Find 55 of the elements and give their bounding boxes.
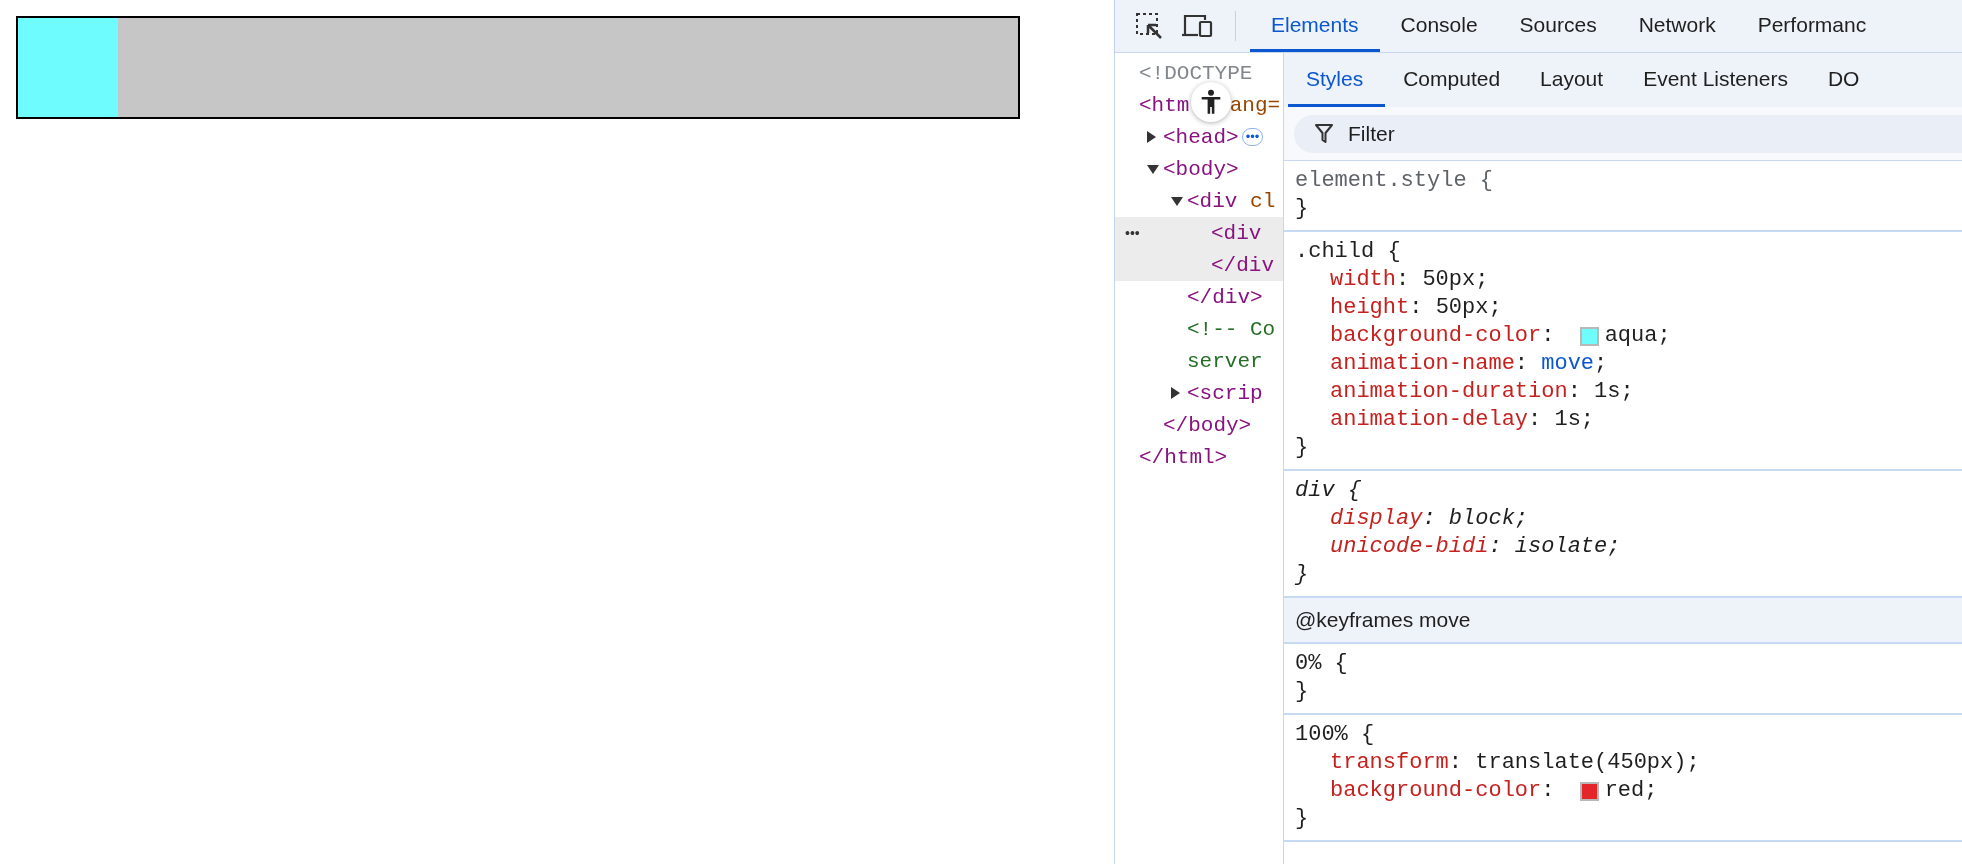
declaration: animation-name: move; xyxy=(1329,350,1609,378)
closing-brace: } xyxy=(1295,434,1310,462)
expand-arrow-icon[interactable] xyxy=(1147,164,1159,174)
expand-arrow-icon[interactable] xyxy=(1171,196,1183,206)
panel-tab[interactable]: Sources xyxy=(1498,0,1618,52)
selector-text: 0% { xyxy=(1295,650,1349,678)
closing-tag[interactable]: </div> xyxy=(1187,285,1263,309)
declaration: width: 50px; xyxy=(1329,266,1490,294)
pane-tab[interactable]: Event Listeners xyxy=(1625,53,1810,107)
selector-text: div { xyxy=(1295,477,1362,505)
declaration: display: block; xyxy=(1329,505,1530,533)
dom-node[interactable]: <div xyxy=(1211,221,1262,245)
comment-text[interactable]: <!-- Co xyxy=(1187,317,1276,341)
selector-text: element.style { xyxy=(1295,167,1495,195)
dom-node[interactable]: <div cl xyxy=(1187,189,1276,213)
dom-node[interactable]: <body> xyxy=(1163,157,1239,181)
color-swatch[interactable] xyxy=(1579,781,1599,801)
panel-tab[interactable]: Performanc xyxy=(1736,0,1888,52)
declaration: height: 50px; xyxy=(1329,294,1503,322)
selector-text: .child { xyxy=(1295,238,1402,266)
collapse-arrow-icon[interactable] xyxy=(1147,131,1156,143)
closing-brace: } xyxy=(1295,678,1310,706)
pane-tab[interactable]: Layout xyxy=(1522,53,1626,107)
closing-brace: } xyxy=(1295,195,1310,223)
pane-tab[interactable]: Computed xyxy=(1385,53,1523,107)
filter-icon xyxy=(1314,122,1334,145)
dom-node[interactable]: <scrip xyxy=(1187,381,1263,405)
declaration: animation-delay: 1s; xyxy=(1329,406,1596,434)
dom-node[interactable]: <htm ang= xyxy=(1139,93,1281,117)
panel-tab[interactable]: Console xyxy=(1379,0,1499,52)
color-swatch[interactable] xyxy=(1579,326,1599,346)
panel-tab[interactable]: Network xyxy=(1617,0,1737,52)
dom-node[interactable]: <head> xyxy=(1163,125,1239,149)
dom-node[interactable]: <!DOCTYPE xyxy=(1139,61,1253,85)
closing-brace: } xyxy=(1295,805,1310,833)
declaration: transform: translate(450px); xyxy=(1329,749,1701,777)
declaration: background-color: aqua; xyxy=(1329,322,1672,350)
comment-text[interactable]: server xyxy=(1187,349,1263,373)
declaration: unicode-bidi: isolate; xyxy=(1329,533,1622,561)
device-toolbar-icon[interactable] xyxy=(1181,13,1213,39)
ellipsis-badge[interactable]: ••• xyxy=(1241,128,1264,146)
accessibility-button[interactable] xyxy=(1191,82,1231,122)
more-button[interactable]: ••• xyxy=(1125,225,1140,241)
closing-tag[interactable]: </html> xyxy=(1139,445,1228,469)
declaration: background-color: red; xyxy=(1329,777,1659,805)
person-icon xyxy=(1200,89,1222,115)
inspect-element-icon[interactable] xyxy=(1135,12,1163,40)
pane-tab[interactable]: DO xyxy=(1809,53,1882,107)
closing-brace: } xyxy=(1295,561,1310,589)
collapse-arrow-icon[interactable] xyxy=(1171,387,1180,399)
selector-text: 100% { xyxy=(1295,721,1376,749)
declaration: animation-duration: 1s; xyxy=(1329,378,1635,406)
closing-tag[interactable]: </body> xyxy=(1163,413,1252,437)
filter-bar[interactable]: Filter xyxy=(1294,114,1962,153)
keyframes-heading: @keyframes move xyxy=(1284,598,1962,644)
